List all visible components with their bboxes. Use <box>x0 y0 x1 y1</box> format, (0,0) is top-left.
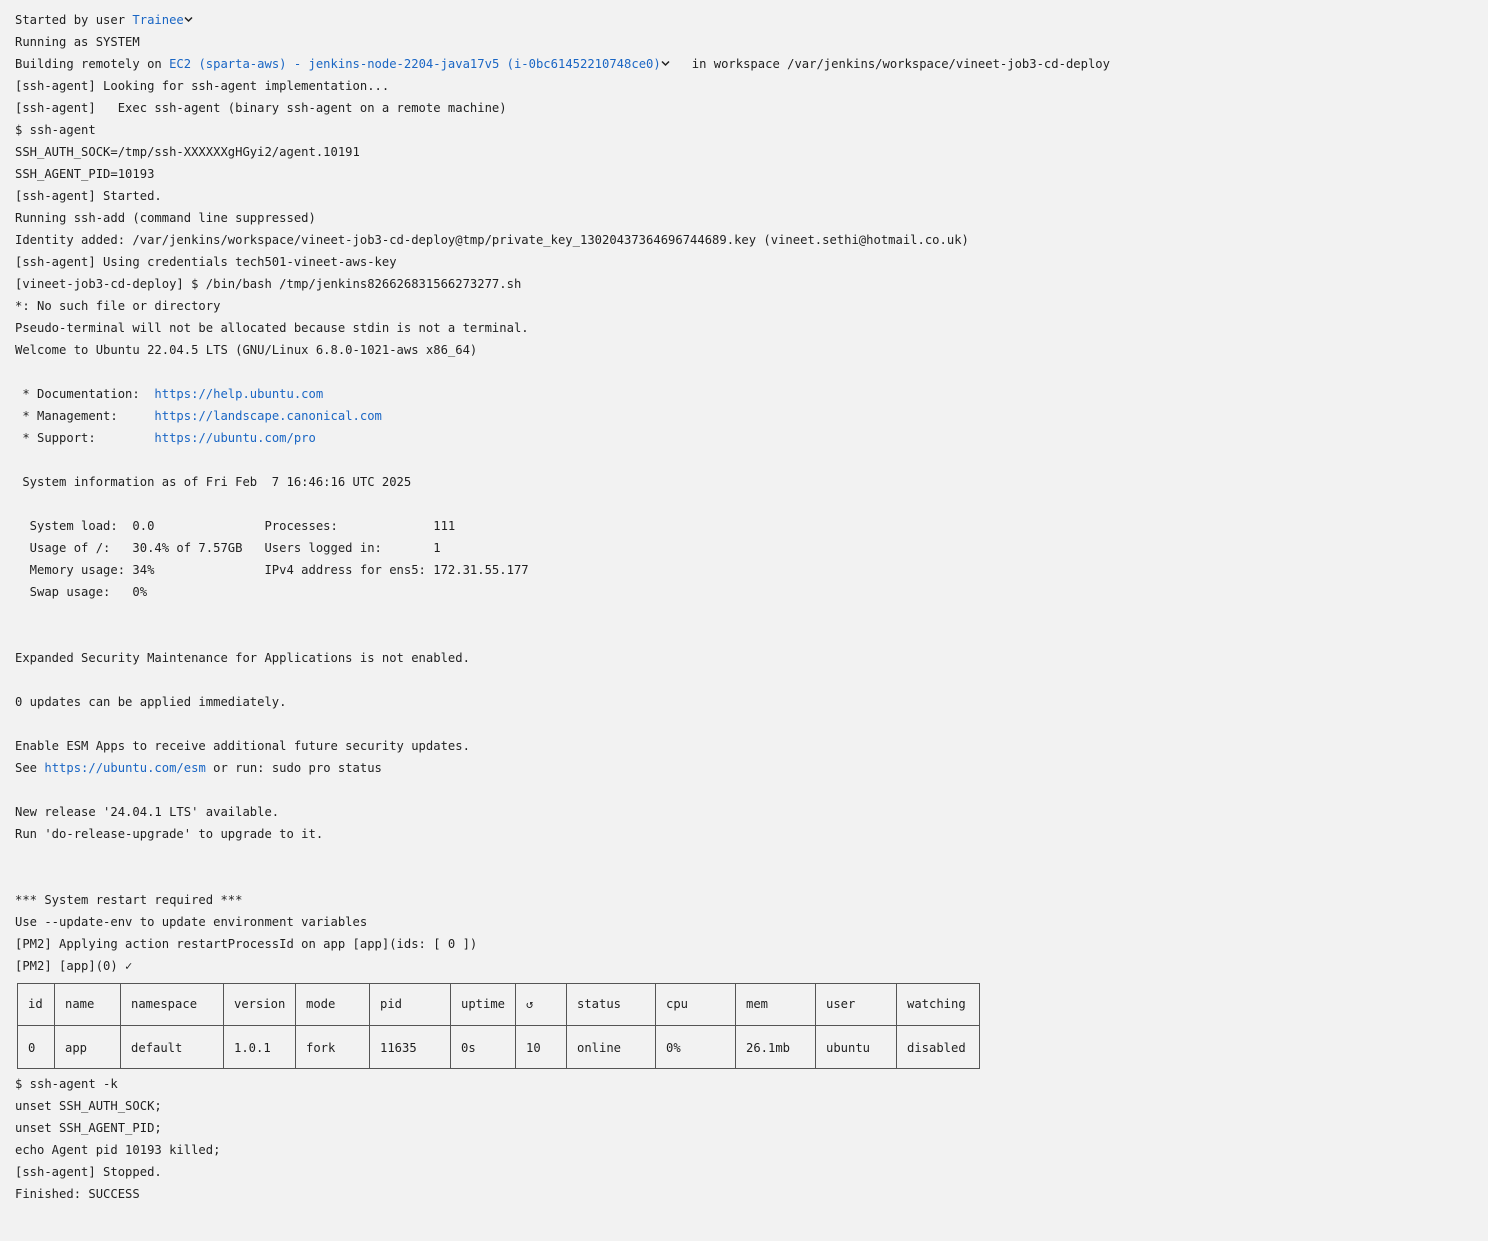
management-link[interactable]: https://landscape.canonical.com <box>154 409 381 423</box>
log-line: Running ssh-add (command line suppressed… <box>15 211 316 225</box>
console-output: Started by user Trainee Running as SYSTEM… <box>0 0 1488 1241</box>
log-line: $ ssh-agent -k <box>15 1077 118 1091</box>
log-line: Welcome to Ubuntu 22.04.5 LTS (GNU/Linux… <box>15 343 478 357</box>
motd-label: * Documentation: <box>15 387 155 401</box>
sysinfo-line: System load: 0.0 Processes: 111 <box>15 519 456 533</box>
upgrade-line: Run 'do-release-upgrade' to upgrade to i… <box>15 827 324 841</box>
release-line: New release '24.04.1 LTS' available. <box>15 805 280 819</box>
update-env-line: Use --update-env to update environment v… <box>15 915 368 929</box>
log-line: unset SSH_AUTH_SOCK; <box>15 1099 162 1113</box>
log-line: SSH_AUTH_SOCK=/tmp/ssh-XXXXXXgHGyi2/agen… <box>15 145 360 159</box>
log-line: [ssh-agent] Looking for ssh-agent implem… <box>15 79 390 93</box>
table-header-cell: namespace <box>131 997 198 1011</box>
log-line: Identity added: /var/jenkins/workspace/v… <box>15 233 969 247</box>
log-line: [ssh-agent] Started. <box>15 189 162 203</box>
log-line: *: No such file or directory <box>15 299 221 313</box>
log-line: SSH_AGENT_PID=10193 <box>15 167 155 181</box>
support-link[interactable]: https://ubuntu.com/pro <box>154 431 315 445</box>
pm2-process-table: id name namespace version mode pid uptime ↺ stat… <box>17 979 983 1071</box>
user-link[interactable]: Trainee <box>132 13 183 27</box>
pm2-done-line: [PM2] [app](0) ✓ <box>15 959 133 973</box>
table-header-cell: version <box>234 997 286 1011</box>
esm-enable-line: Enable ESM Apps to receive additional fu… <box>15 739 470 753</box>
table-header-cell: ↺ <box>526 997 534 1011</box>
table-cell: 10 <box>526 1041 541 1055</box>
table-cell: 0% <box>666 1041 681 1055</box>
table-header-cell: watching <box>907 997 966 1011</box>
table-header-cell: pid <box>380 997 403 1011</box>
log-line: echo Agent pid 10193 killed; <box>15 1143 221 1157</box>
log-line: [vineet-job3-cd-deploy] $ /bin/bash /tmp… <box>15 277 522 291</box>
table-header-cell: name <box>65 997 95 1011</box>
started-by-line: Started by user Trainee <box>15 9 1473 31</box>
restart-line: *** System restart required *** <box>15 893 243 907</box>
table-cell: 1.0.1 <box>234 1041 271 1055</box>
running-as-line: Running as SYSTEM <box>15 35 140 49</box>
esm-see-line: See https://ubuntu.com/esm or run: sudo … <box>15 757 1473 779</box>
updates-line: 0 updates can be applied immediately. <box>15 695 287 709</box>
started-prefix: Started by user <box>15 13 133 27</box>
esm-see-suffix: or run: sudo pro status <box>205 761 382 775</box>
log-line: [ssh-agent] Using credentials tech501-vi… <box>15 255 397 269</box>
chevron-down-icon[interactable] <box>184 15 193 24</box>
sysinfo-line: Usage of /: 30.4% of 7.57GB Users logged… <box>15 541 441 555</box>
table-cell: default <box>131 1041 183 1055</box>
chevron-down-icon[interactable] <box>661 59 670 68</box>
motd-label: * Support: <box>15 431 155 445</box>
sysinfo-line: Swap usage: 0% <box>15 585 148 599</box>
esm-line: Expanded Security Maintenance for Applic… <box>15 651 470 665</box>
log-line: Finished: SUCCESS <box>15 1187 140 1201</box>
table-header-cell: user <box>826 997 856 1011</box>
log-line: [ssh-agent] Exec ssh-agent (binary ssh-a… <box>15 101 507 115</box>
log-line: $ ssh-agent <box>15 123 96 137</box>
log-line: [ssh-agent] Stopped. <box>15 1165 162 1179</box>
log-line: Pseudo-terminal will not be allocated be… <box>15 321 529 335</box>
table-header-cell: mode <box>306 997 336 1011</box>
table-header-cell: mem <box>746 997 769 1011</box>
table-cell: fork <box>306 1041 336 1055</box>
table-cell: app <box>65 1041 88 1055</box>
node-link[interactable]: EC2 (sparta-aws) - jenkins-node-2204-jav… <box>169 57 661 71</box>
building-prefix: Building remotely on <box>15 57 170 71</box>
table-cell: ubuntu <box>826 1041 871 1055</box>
building-line: Building remotely on EC2 (sparta-aws) - … <box>15 53 1473 75</box>
table-cell: online <box>577 1041 622 1055</box>
table-header-cell: status <box>577 997 622 1011</box>
motd-label: * Management: <box>15 409 155 423</box>
table-cell: disabled <box>907 1041 966 1055</box>
table-cell: 11635 <box>380 1041 417 1055</box>
pm2-apply-line: [PM2] Applying action restartProcessId o… <box>15 937 478 951</box>
motd-support-line: * Support: https://ubuntu.com/pro <box>15 427 1473 449</box>
table-cell: 0 <box>28 1041 36 1055</box>
log-line: unset SSH_AGENT_PID; <box>15 1121 162 1135</box>
table-header-cell: uptime <box>461 997 506 1011</box>
documentation-link[interactable]: https://help.ubuntu.com <box>154 387 323 401</box>
motd-doc-line: * Documentation: https://help.ubuntu.com <box>15 383 1473 405</box>
sysinfo-line: Memory usage: 34% IPv4 address for ens5:… <box>15 563 529 577</box>
table-header-cell: cpu <box>666 997 689 1011</box>
sysinfo-header: System information as of Fri Feb 7 16:46… <box>15 475 412 489</box>
esm-link[interactable]: https://ubuntu.com/esm <box>44 761 205 775</box>
table-header-cell: id <box>28 997 43 1011</box>
table-cell: 0s <box>461 1041 476 1055</box>
table-cell: 26.1mb <box>746 1041 791 1055</box>
esm-see-prefix: See <box>15 761 45 775</box>
building-suffix: in workspace /var/jenkins/workspace/vine… <box>669 57 1110 71</box>
motd-mgmt-line: * Management: https://landscape.canonica… <box>15 405 1473 427</box>
